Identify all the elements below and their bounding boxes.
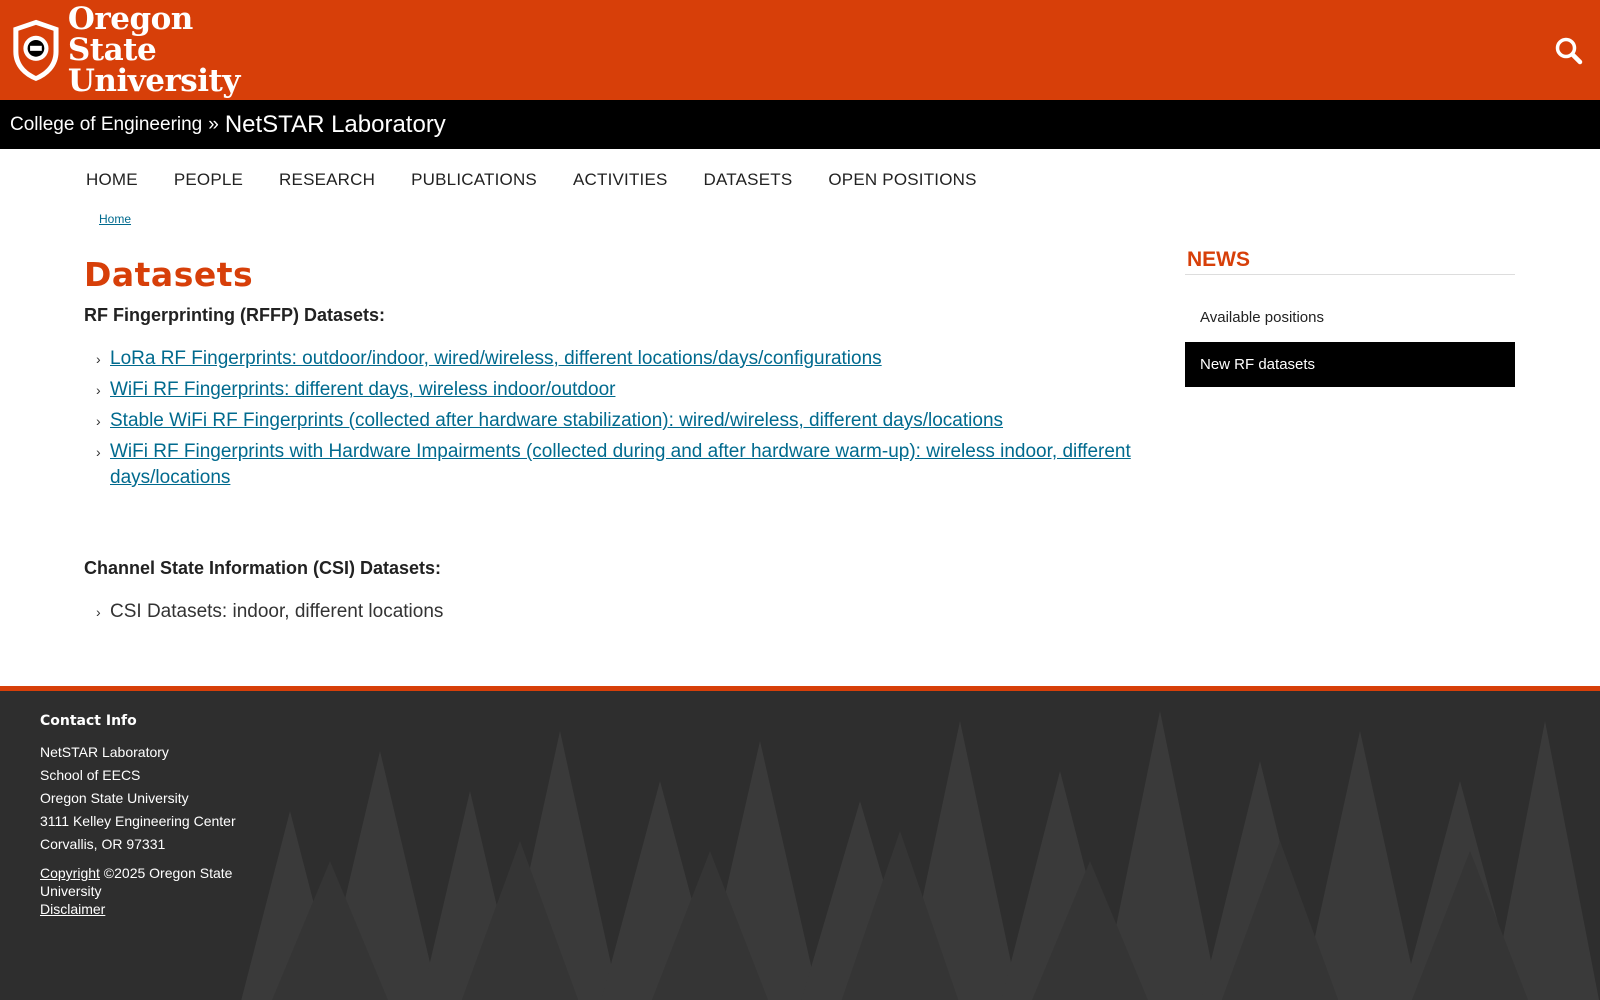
page-title: Datasets — [84, 255, 254, 294]
list-item: › WiFi RF Fingerprints with Hardware Impa… — [84, 439, 1144, 491]
address-line: 3111 Kelley Engineering Center — [40, 813, 236, 829]
nav-home[interactable]: HOME — [86, 170, 138, 196]
news-item-new-rf-datasets[interactable]: New RF datasets — [1185, 342, 1515, 387]
breadcrumb-home[interactable]: Home — [99, 212, 131, 226]
nav-people[interactable]: PEOPLE — [174, 170, 243, 196]
site-footer: Contact Info NetSTAR Laboratory School o… — [0, 686, 1600, 1000]
bullet-icon: › — [96, 444, 101, 460]
nav-research[interactable]: RESEARCH — [279, 170, 375, 196]
search-icon — [1555, 37, 1583, 65]
lora-dataset-link[interactable]: LoRa RF Fingerprints: outdoor/indoor, wi… — [110, 348, 882, 369]
wifi-impairments-dataset-link[interactable]: WiFi RF Fingerprints with Hardware Impai… — [110, 441, 1131, 488]
contact-heading: Contact Info — [40, 713, 137, 729]
unit-bar: College of Engineering » NetSTAR Laborat… — [0, 100, 1600, 149]
news-heading: NEWS — [1185, 248, 1515, 275]
disclaimer-link[interactable]: Disclaimer — [40, 901, 105, 917]
unit-link[interactable]: NetSTAR Laboratory — [225, 111, 446, 139]
address-line: NetSTAR Laboratory — [40, 744, 169, 760]
list-item: › CSI Datasets: indoor, different locatio… — [84, 599, 1144, 625]
list-item: › Stable WiFi RF Fingerprints (collected … — [84, 408, 1144, 434]
contact-info: Contact Info NetSTAR Laboratory School o… — [40, 713, 270, 918]
rffp-heading: RF Fingerprinting (RFFP) Datasets: — [84, 305, 385, 325]
address-line: Oregon State University — [40, 790, 189, 806]
rffp-list: › LoRa RF Fingerprints: outdoor/indoor, w… — [84, 346, 1144, 491]
osu-seal-icon — [13, 19, 59, 82]
main-nav: HOME PEOPLE RESEARCH PUBLICATIONS ACTIVI… — [86, 170, 1013, 196]
bullet-icon: › — [96, 413, 101, 429]
unit-separator: » — [208, 113, 219, 135]
breadcrumb: Home — [99, 212, 131, 226]
copyright-link[interactable]: Copyright — [40, 865, 100, 881]
address-line: Corvallis, OR 97331 — [40, 836, 166, 852]
bullet-icon: › — [96, 351, 101, 367]
wifi-dataset-link[interactable]: WiFi RF Fingerprints: different days, wi… — [110, 379, 615, 400]
search-button[interactable] — [1554, 36, 1584, 66]
address-line: School of EECS — [40, 767, 141, 783]
logo-line2: University — [67, 62, 240, 99]
nav-datasets[interactable]: DATASETS — [704, 170, 793, 196]
site-header: Oregon State University — [0, 0, 1600, 100]
nav-activities[interactable]: ACTIVITIES — [573, 170, 668, 196]
csi-heading: Channel State Information (CSI) Datasets… — [84, 558, 442, 578]
college-link[interactable]: College of Engineering — [10, 114, 202, 136]
news-sidebar: NEWS Available positions New RF datasets — [1185, 248, 1515, 387]
stable-wifi-dataset-link[interactable]: Stable WiFi RF Fingerprints (collected a… — [110, 410, 1003, 431]
list-item: › WiFi RF Fingerprints: different days, w… — [84, 377, 1144, 403]
list-item: › LoRa RF Fingerprints: outdoor/indoor, w… — [84, 346, 1144, 372]
bullet-icon: › — [96, 604, 101, 620]
nav-publications[interactable]: PUBLICATIONS — [411, 170, 537, 196]
legal-block: Copyright ©2025 Oregon State University … — [40, 864, 270, 918]
osu-wordmark: Oregon State University — [67, 0, 255, 99]
bullet-icon: › — [96, 382, 101, 398]
csi-list: › CSI Datasets: indoor, different locatio… — [84, 599, 1144, 625]
osu-logo[interactable]: Oregon State University — [10, 3, 255, 96]
news-item-available-positions[interactable]: Available positions — [1185, 295, 1515, 340]
csi-dataset-text: CSI Datasets: indoor, different location… — [110, 601, 444, 622]
nav-open-positions[interactable]: OPEN POSITIONS — [828, 170, 976, 196]
logo-line1: Oregon State — [67, 0, 193, 68]
main-content: Datasets RF Fingerprinting (RFFP) Datase… — [84, 255, 1144, 630]
